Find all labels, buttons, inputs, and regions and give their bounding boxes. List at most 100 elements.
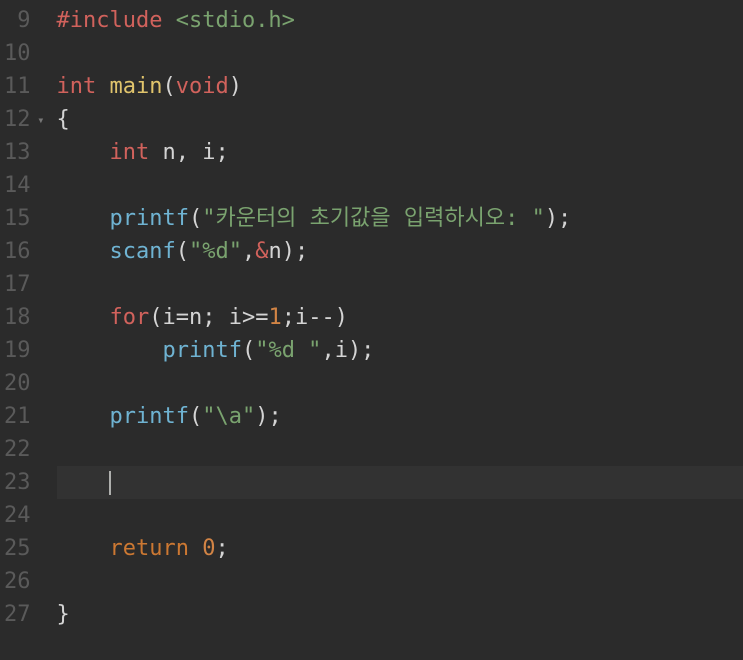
code-token: "%d " xyxy=(255,334,321,367)
code-line[interactable] xyxy=(57,466,743,499)
code-token: ; xyxy=(282,301,295,334)
code-token: i xyxy=(295,301,308,334)
code-token: } xyxy=(57,598,70,631)
line-number: 19 xyxy=(4,334,31,367)
line-number: 26 xyxy=(4,565,31,598)
code-editor[interactable]: #include <stdio.h> int main(void){ int n,… xyxy=(39,0,743,660)
code-token: ( xyxy=(189,400,202,433)
code-token: ; xyxy=(215,532,228,565)
code-token xyxy=(57,499,110,532)
code-line[interactable]: printf("\a"); xyxy=(57,400,743,433)
code-token: int xyxy=(57,70,97,103)
code-token: ( xyxy=(149,301,162,334)
code-token: main xyxy=(110,70,163,103)
code-token: int xyxy=(109,136,149,169)
code-token: = xyxy=(176,301,189,334)
code-token: & xyxy=(255,235,268,268)
line-number: 21 xyxy=(4,400,31,433)
code-token: , xyxy=(176,136,203,169)
code-line[interactable]: int n, i; xyxy=(57,136,743,169)
code-token xyxy=(57,202,110,235)
line-number: 15 xyxy=(4,202,31,235)
line-number: 12 xyxy=(4,103,31,136)
line-number: 17 xyxy=(4,268,31,301)
line-number: 23 xyxy=(4,466,31,499)
code-token xyxy=(57,367,110,400)
code-token: ); xyxy=(545,202,572,235)
code-token: , xyxy=(242,235,255,268)
code-line[interactable]: { xyxy=(57,103,743,136)
code-token: i xyxy=(335,334,348,367)
code-token xyxy=(57,565,110,598)
code-line[interactable] xyxy=(57,169,743,202)
text-cursor xyxy=(109,471,111,495)
code-token xyxy=(57,169,110,202)
code-token: scanf xyxy=(109,235,175,268)
line-number: 14 xyxy=(4,169,31,202)
code-token xyxy=(57,433,110,466)
code-token: i xyxy=(162,301,175,334)
code-line[interactable]: printf("카운터의 초기값을 입력하시오: "); xyxy=(57,202,743,235)
code-token xyxy=(96,70,109,103)
code-token xyxy=(149,136,162,169)
code-token: n xyxy=(162,136,175,169)
code-token: ; xyxy=(202,301,229,334)
code-token: "%d" xyxy=(189,235,242,268)
code-token: <stdio.h> xyxy=(176,4,295,37)
code-line[interactable] xyxy=(57,367,743,400)
code-token xyxy=(57,301,110,334)
code-line[interactable] xyxy=(57,37,743,70)
code-token xyxy=(57,334,163,367)
code-token: ( xyxy=(176,235,189,268)
code-token: 1 xyxy=(268,301,281,334)
code-token: ( xyxy=(162,70,175,103)
code-token: printf xyxy=(109,400,188,433)
code-token xyxy=(189,532,202,565)
line-number: 16 xyxy=(4,235,31,268)
line-number: 18 xyxy=(4,301,31,334)
code-token: return xyxy=(109,532,188,565)
code-token: ) xyxy=(335,301,348,334)
code-token: >= xyxy=(242,301,269,334)
code-line[interactable] xyxy=(57,433,743,466)
code-line[interactable]: for(i=n; i>=1;i--) xyxy=(57,301,743,334)
line-number-gutter: 9101112131415161718192021222324252627 xyxy=(0,0,39,660)
code-line[interactable]: scanf("%d",&n); xyxy=(57,235,743,268)
code-line[interactable]: #include <stdio.h> xyxy=(57,4,743,37)
code-token: ( xyxy=(189,202,202,235)
code-line[interactable]: } xyxy=(57,598,743,631)
code-line[interactable]: printf("%d ",i); xyxy=(57,334,743,367)
code-token: ); xyxy=(282,235,309,268)
code-token xyxy=(57,532,110,565)
code-token: #include xyxy=(57,4,163,37)
code-line[interactable]: int main(void) xyxy=(57,70,743,103)
code-token xyxy=(57,400,110,433)
code-token xyxy=(57,466,110,499)
code-line[interactable] xyxy=(57,499,743,532)
code-line[interactable] xyxy=(57,565,743,598)
code-token: "\a" xyxy=(202,400,255,433)
line-number: 13 xyxy=(4,136,31,169)
line-number: 24 xyxy=(4,499,31,532)
code-token: "카운터의 초기값을 입력하시오: " xyxy=(202,202,545,235)
code-token: , xyxy=(321,334,334,367)
line-number: 25 xyxy=(4,532,31,565)
line-number: 11 xyxy=(4,70,31,103)
code-line[interactable]: return 0; xyxy=(57,532,743,565)
code-token xyxy=(57,136,110,169)
line-number: 22 xyxy=(4,433,31,466)
code-token xyxy=(57,268,110,301)
code-token: n xyxy=(189,301,202,334)
code-token xyxy=(57,235,110,268)
code-token: ; xyxy=(215,136,228,169)
code-token: { xyxy=(57,103,70,136)
code-line[interactable] xyxy=(57,268,743,301)
code-token: printf xyxy=(162,334,241,367)
line-number: 10 xyxy=(4,37,31,70)
code-token: ) xyxy=(229,70,242,103)
code-token: for xyxy=(109,301,149,334)
code-token: ( xyxy=(242,334,255,367)
code-token: ); xyxy=(255,400,282,433)
line-number: 20 xyxy=(4,367,31,400)
code-token: ); xyxy=(348,334,375,367)
